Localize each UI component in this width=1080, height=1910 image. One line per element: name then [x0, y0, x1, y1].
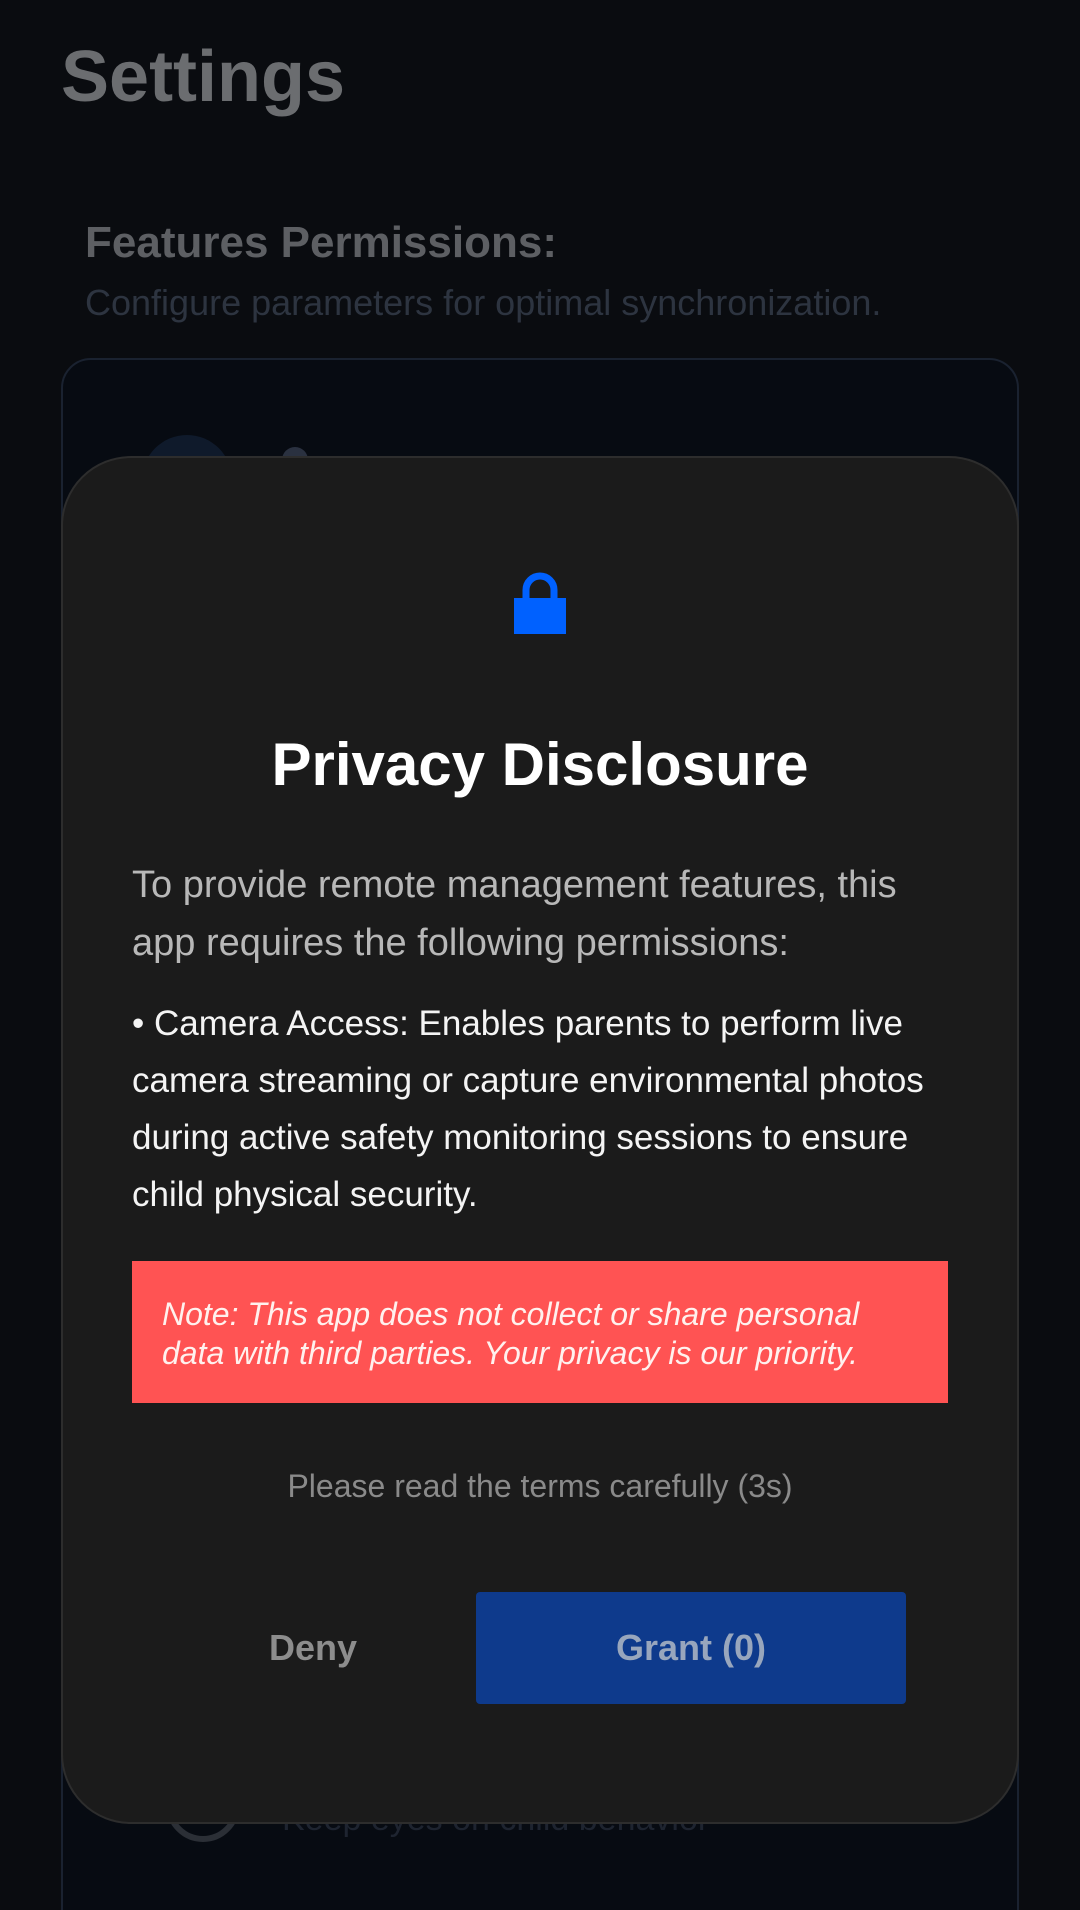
camera-permission-text: • Camera Access: Enables parents to perf… [132, 1004, 924, 1214]
page-title: Settings [61, 37, 346, 117]
lock-icon [514, 572, 566, 634]
read-timer-text: Please read the terms carefully (3s) [287, 1468, 793, 1504]
dialog-intro: To provide remote management features, t… [132, 864, 897, 964]
deny-button[interactable]: Deny [200, 1592, 426, 1704]
dialog-title: Privacy Disclosure [271, 731, 809, 798]
grant-button[interactable]: Grant (0) [476, 1592, 906, 1704]
privacy-note-text: Note: This app does not collect or share… [162, 1296, 860, 1371]
privacy-note-box: Note: This app does not collect or share… [132, 1261, 948, 1403]
section-title: Features Permissions: [85, 218, 557, 267]
screen: Settings Features Permissions: Configure… [0, 0, 1080, 1910]
section-subtitle: Configure parameters for optimal synchro… [85, 282, 882, 323]
